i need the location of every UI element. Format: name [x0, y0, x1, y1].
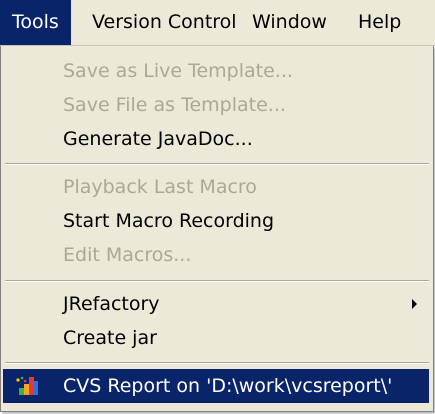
menu-item-edit-macros[interactable]: Edit Macros...: [3, 238, 429, 272]
menu-item-label: JRefactory: [63, 293, 160, 315]
menu-item-label: Playback Last Macro: [63, 176, 257, 198]
menu-item-label: Save File as Template...: [63, 94, 286, 116]
menu-item-label: Edit Macros...: [63, 244, 192, 266]
menu-item-generate-javadoc[interactable]: Generate JavaDoc...: [3, 122, 429, 156]
cvs-report-icon: [16, 376, 38, 395]
tools-dropdown-menu: Save as Live Template... Save File as Te…: [0, 46, 434, 412]
menu-help[interactable]: Help: [346, 0, 413, 45]
menu-separator: [5, 280, 429, 282]
menu-version-control[interactable]: Version Control: [80, 0, 249, 45]
menu-item-label: Generate JavaDoc...: [63, 128, 253, 150]
menu-item-jrefactory[interactable]: JRefactory: [3, 287, 429, 321]
menu-item-save-file-as-template[interactable]: Save File as Template...: [3, 88, 429, 122]
menu-item-label: Create jar: [63, 327, 157, 349]
menu-separator: [5, 362, 429, 364]
menu-item-save-as-live-template[interactable]: Save as Live Template...: [3, 54, 429, 88]
menu-window[interactable]: Window: [240, 0, 339, 45]
menu-item-create-jar[interactable]: Create jar: [3, 321, 429, 355]
submenu-arrow-icon: [412, 299, 417, 309]
menu-item-playback-last-macro[interactable]: Playback Last Macro: [3, 170, 429, 204]
menu-tools[interactable]: Tools: [0, 0, 71, 45]
menu-item-cvs-report[interactable]: CVS Report on 'D:\work\vcsreport\': [3, 369, 429, 403]
menu-bar: Tools Version Control Window Help: [0, 0, 435, 46]
menu-item-label: CVS Report on 'D:\work\vcsreport\': [63, 375, 393, 397]
menu-item-start-macro-recording[interactable]: Start Macro Recording: [3, 204, 429, 238]
menu-item-label: Start Macro Recording: [63, 210, 275, 232]
menu-separator: [5, 163, 429, 165]
menu-item-label: Save as Live Template...: [63, 60, 293, 82]
